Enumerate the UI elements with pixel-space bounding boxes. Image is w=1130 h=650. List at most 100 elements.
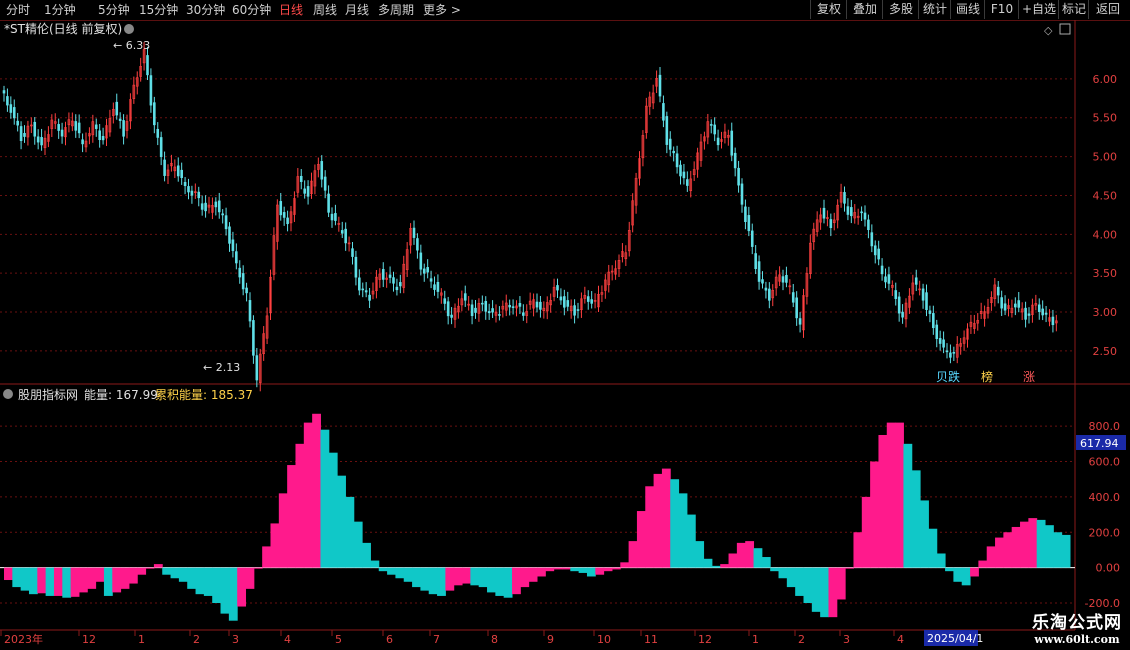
energy-bar: [895, 422, 904, 568]
energy-bar: [745, 541, 755, 568]
indicator-dropdown-icon[interactable]: [3, 389, 13, 399]
multi-stock-button[interactable]: 多股: [882, 0, 919, 19]
x-tick-label: 11: [644, 633, 658, 646]
candle-body: [248, 300, 252, 322]
candle-body: [662, 103, 665, 121]
energy-bar: [428, 567, 438, 595]
marker-bang[interactable]: 榜: [981, 369, 993, 384]
period-tab-5min[interactable]: 5分钟: [98, 0, 130, 20]
energy-bar: [62, 567, 72, 598]
period-tab-daily[interactable]: 日线: [279, 0, 303, 20]
candle-body: [795, 297, 798, 319]
energy-bar: [861, 496, 871, 568]
candle-body: [450, 314, 453, 318]
diamond-icon[interactable]: ◇: [1044, 24, 1053, 37]
candle-body: [176, 165, 180, 177]
energy-bar: [936, 553, 946, 568]
period-tab-60min[interactable]: 60分钟: [232, 0, 271, 20]
energy-bar: [1061, 534, 1071, 568]
candle-body: [2, 90, 6, 94]
energy-bar: [653, 473, 663, 568]
x-tick-label: 8: [491, 633, 498, 646]
energy-bar: [353, 521, 363, 568]
stats-button[interactable]: 统计: [918, 0, 951, 19]
candle-body: [303, 188, 306, 194]
candle-body: [323, 176, 327, 191]
candle-body: [730, 130, 734, 156]
candle-body: [744, 206, 747, 223]
indicator-tick-label: 800.0: [1089, 420, 1121, 433]
f10-button[interactable]: F10: [984, 0, 1019, 19]
indicator-tick-label: 400.0: [1089, 491, 1121, 504]
low-price-label: ← 2.13: [203, 361, 240, 374]
candle-body: [122, 120, 125, 137]
energy-bar: [928, 528, 938, 568]
energy-bar: [278, 493, 288, 568]
energy-bar: [303, 422, 313, 568]
candle-body: [668, 138, 672, 150]
period-tab-timeshare[interactable]: 分时: [6, 0, 30, 20]
candle-body: [679, 164, 682, 177]
energy-bar: [195, 567, 205, 595]
energy-bar: [445, 567, 455, 591]
candle-body: [877, 248, 880, 260]
panel-toggle-icon[interactable]: [1059, 23, 1071, 35]
x-tick-label: 4: [897, 633, 904, 646]
candle-body: [446, 301, 450, 317]
add-watchlist-button[interactable]: +自选: [1018, 0, 1059, 19]
energy-bar: [820, 567, 829, 618]
energy-bar: [770, 567, 780, 572]
candle-body: [470, 304, 474, 317]
candle-body: [282, 212, 286, 218]
period-tab-1min[interactable]: 1分钟: [44, 0, 76, 20]
x-tick-label: 12: [698, 633, 712, 646]
energy-bar: [903, 443, 913, 568]
energy-bar: [778, 567, 788, 579]
candle-body: [785, 274, 788, 283]
candle-body: [487, 311, 491, 314]
energy-bar: [137, 567, 147, 575]
candle-body: [252, 320, 255, 356]
x-tick-label: 6: [386, 633, 393, 646]
energy-bar: [986, 546, 996, 568]
candle-body: [392, 277, 395, 284]
energy-label: 能量: 167.99: [84, 388, 158, 402]
energy-bar: [678, 493, 688, 568]
candle-body: [228, 226, 231, 244]
candle-body: [665, 116, 669, 145]
back-button[interactable]: 返回: [1088, 0, 1127, 19]
energy-bar: [203, 567, 213, 596]
candle-body: [887, 274, 891, 284]
period-tab-multi[interactable]: 多周期: [378, 0, 414, 20]
candle-body: [159, 137, 163, 158]
candle-body: [238, 267, 242, 278]
period-tab-weekly[interactable]: 周线: [313, 0, 337, 20]
restore-rights-button[interactable]: 复权: [810, 0, 847, 19]
candle-body: [586, 296, 590, 302]
x-tick-label: 2023年: [4, 632, 43, 646]
draw-line-button[interactable]: 画线: [950, 0, 985, 19]
marker-zhang[interactable]: 涨: [1023, 369, 1035, 384]
candle-body: [354, 256, 358, 278]
mark-button[interactable]: 标记: [1058, 0, 1089, 19]
candle-body: [344, 228, 347, 244]
energy-bar: [370, 560, 380, 568]
overlay-button[interactable]: 叠加: [846, 0, 883, 19]
candle-body: [750, 230, 754, 247]
energy-bar: [1003, 532, 1013, 568]
title-dropdown-icon[interactable]: [124, 24, 134, 34]
period-tab-30min[interactable]: 30分钟: [186, 0, 225, 20]
energy-bar: [611, 567, 621, 570]
period-tab-more[interactable]: 更多 >: [423, 0, 461, 20]
candle-body: [716, 137, 720, 146]
x-tick-label: 1: [138, 633, 145, 646]
marker-tian-die[interactable]: 贝跌: [936, 369, 960, 384]
energy-bar: [87, 567, 97, 589]
energy-bar: [786, 567, 796, 588]
x-tick-label: 5: [335, 633, 342, 646]
candle-body: [368, 294, 371, 301]
period-tab-15min[interactable]: 15分钟: [139, 0, 178, 20]
period-tab-monthly[interactable]: 月线: [345, 0, 369, 20]
energy-bar: [953, 567, 963, 582]
energy-bar: [1028, 518, 1038, 568]
